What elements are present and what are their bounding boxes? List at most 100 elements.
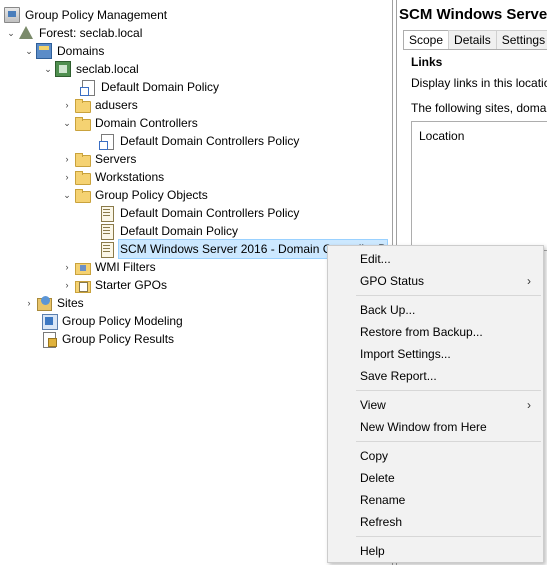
- menu-item-label: Edit...: [360, 252, 391, 266]
- tree-item-adusers[interactable]: › adusers: [60, 96, 140, 114]
- menu-item-label: Restore from Backup...: [360, 325, 483, 339]
- submenu-arrow-icon: ›: [527, 274, 531, 288]
- wmi-filters-icon: [74, 259, 91, 275]
- tree-item-label: Group Policy Management: [25, 8, 168, 22]
- tree-item-gpo-default-dc-policy[interactable]: Default Domain Controllers Policy: [99, 204, 301, 222]
- sites-icon: [36, 295, 52, 311]
- tree-item-forest[interactable]: ⌄ Forest: seclab.local: [4, 24, 144, 42]
- column-header-location[interactable]: Location: [419, 129, 464, 143]
- tree-item-seclab-local[interactable]: ⌄ seclab.local: [41, 60, 141, 78]
- gpo-link-icon: [80, 79, 96, 96]
- menu-item-delete[interactable]: Delete: [328, 467, 543, 489]
- tab-settings[interactable]: Settings: [495, 30, 547, 50]
- expand-arrow-icon[interactable]: ⌄: [60, 186, 74, 204]
- details-title: SCM Windows Serve: [399, 6, 547, 23]
- expand-arrow-icon[interactable]: ⌄: [60, 114, 74, 132]
- menu-item-view[interactable]: View ›: [328, 394, 543, 416]
- expand-arrow-icon[interactable]: ⌄: [4, 24, 18, 42]
- context-menu: Edit... GPO Status › Back Up... Restore f…: [327, 245, 544, 563]
- menu-item-label: Rename: [360, 493, 406, 507]
- tree-item-domains[interactable]: ⌄ Domains: [22, 42, 106, 60]
- tree-item-gpo-default-domain-policy[interactable]: Default Domain Policy: [99, 222, 240, 240]
- menu-separator: [356, 536, 541, 537]
- menu-item-back-up[interactable]: Back Up...: [328, 299, 543, 321]
- tree-item-label: Domain Controllers: [95, 116, 198, 130]
- ou-folder-icon: [74, 151, 91, 167]
- tree-item-label: Domains: [57, 44, 105, 58]
- tree-item-label: Group Policy Modeling: [62, 314, 183, 328]
- menu-item-import-settings[interactable]: Import Settings...: [328, 343, 543, 365]
- collapse-arrow-icon[interactable]: ›: [60, 150, 74, 168]
- expand-arrow-icon[interactable]: ⌄: [22, 42, 36, 60]
- menu-item-label: Copy: [360, 449, 389, 463]
- tree-item-starter-gpos[interactable]: › Starter GPOs: [60, 276, 169, 294]
- tab-scope[interactable]: Scope: [403, 30, 450, 50]
- tree-item-wmi-filters[interactable]: › WMI Filters: [60, 258, 158, 276]
- tree-item-label: Default Domain Policy: [101, 80, 220, 94]
- collapse-arrow-icon[interactable]: ›: [22, 294, 36, 312]
- display-links-label: Display links in this location:: [411, 76, 547, 90]
- menu-separator: [356, 390, 541, 391]
- tree-item-sites[interactable]: › Sites: [22, 294, 86, 312]
- tree-item-label: Sites: [57, 296, 84, 310]
- tree-item-label: seclab.local: [76, 62, 139, 76]
- tree-item-workstations[interactable]: › Workstations: [60, 168, 166, 186]
- menu-item-label: View: [360, 398, 386, 412]
- submenu-arrow-icon: ›: [527, 398, 531, 412]
- menu-item-new-window[interactable]: New Window from Here: [328, 416, 543, 438]
- links-heading: Links: [411, 55, 443, 69]
- ou-folder-icon: [74, 97, 91, 113]
- tree-item-label: Servers: [95, 152, 137, 166]
- tree-item-group-policy-management[interactable]: Group Policy Management: [4, 6, 169, 24]
- following-text: The following sites, domains, a: [411, 101, 547, 115]
- collapse-arrow-icon[interactable]: ›: [60, 168, 74, 186]
- tree-item-label: Default Domain Policy: [120, 224, 239, 238]
- menu-item-label: New Window from Here: [360, 420, 487, 434]
- results-icon: [41, 331, 57, 348]
- tree-item-label: adusers: [95, 98, 138, 112]
- tree-item-group-policy-objects[interactable]: ⌄ Group Policy Objects: [60, 186, 210, 204]
- menu-item-label: Help: [360, 544, 385, 558]
- starter-gpos-icon: [74, 277, 91, 293]
- folder-icon: [74, 187, 91, 203]
- tree-item-group-policy-modeling[interactable]: Group Policy Modeling: [41, 312, 185, 330]
- expand-arrow-icon[interactable]: ⌄: [41, 60, 55, 78]
- tree-item-domain-controllers[interactable]: ⌄ Domain Controllers: [60, 114, 200, 132]
- tree-item-label: Group Policy Objects: [95, 188, 208, 202]
- menu-item-gpo-status[interactable]: GPO Status ›: [328, 270, 543, 292]
- tree-item-label: Default Domain Controllers Policy: [120, 206, 300, 220]
- menu-item-save-report[interactable]: Save Report...: [328, 365, 543, 387]
- tree-item-label: Workstations: [95, 170, 165, 184]
- menu-item-rename[interactable]: Rename: [328, 489, 543, 511]
- menu-item-copy[interactable]: Copy: [328, 445, 543, 467]
- collapse-arrow-icon[interactable]: ›: [60, 258, 74, 276]
- tree-item-group-policy-results[interactable]: Group Policy Results: [41, 330, 176, 348]
- details-tab-strip: Scope Details Settings D: [403, 30, 547, 50]
- menu-item-label: Delete: [360, 471, 395, 485]
- tree-item-label: Group Policy Results: [62, 332, 175, 346]
- ou-folder-icon: [74, 115, 91, 131]
- domain-icon: [55, 61, 71, 77]
- menu-item-refresh[interactable]: Refresh: [328, 511, 543, 533]
- gpo-icon: [99, 223, 115, 240]
- tree-item-default-dc-policy-link[interactable]: Default Domain Controllers Policy: [99, 132, 301, 150]
- tree-item-servers[interactable]: › Servers: [60, 150, 138, 168]
- tab-divider: [403, 49, 547, 50]
- menu-item-label: Import Settings...: [360, 347, 451, 361]
- menu-item-help[interactable]: Help: [328, 540, 543, 562]
- ou-folder-icon: [74, 169, 91, 185]
- gpo-link-icon: [99, 133, 115, 150]
- gpm-icon: [4, 7, 20, 23]
- tab-details[interactable]: Details: [448, 30, 497, 50]
- menu-item-label: Save Report...: [360, 369, 437, 383]
- collapse-arrow-icon[interactable]: ›: [60, 96, 74, 114]
- collapse-arrow-icon[interactable]: ›: [60, 276, 74, 294]
- menu-item-edit[interactable]: Edit...: [328, 248, 543, 270]
- domains-icon: [36, 43, 52, 59]
- gpo-icon: [99, 205, 115, 222]
- gpo-icon: [99, 241, 115, 258]
- menu-item-restore-from-backup[interactable]: Restore from Backup...: [328, 321, 543, 343]
- menu-item-label: Back Up...: [360, 303, 416, 317]
- menu-item-label: GPO Status: [360, 274, 425, 288]
- tree-item-default-domain-policy-link[interactable]: Default Domain Policy: [80, 78, 221, 96]
